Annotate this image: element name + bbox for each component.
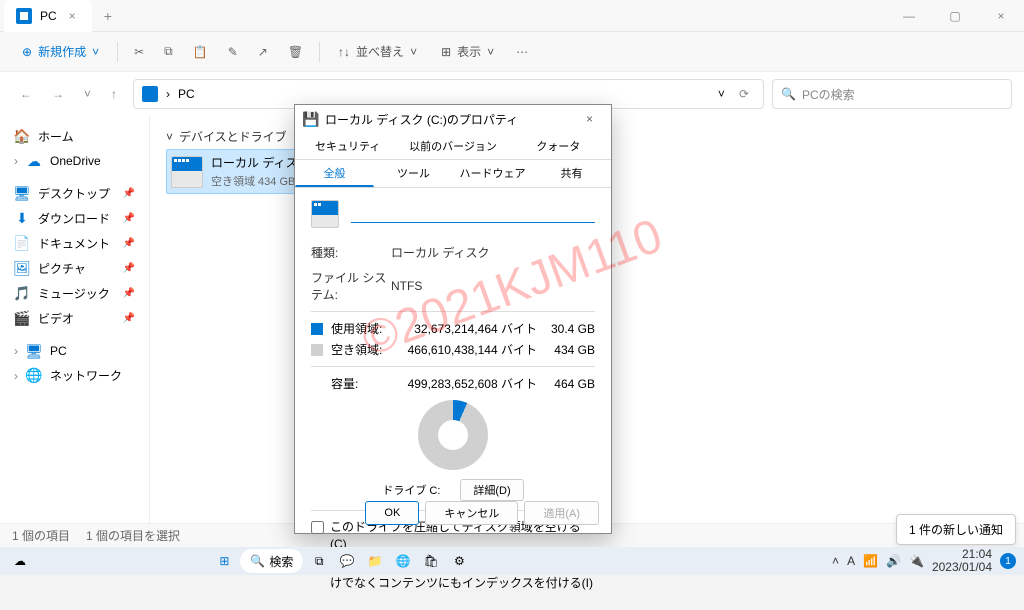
cut-icon[interactable]: ✂ — [126, 39, 152, 65]
compress-checkbox[interactable] — [311, 521, 324, 534]
close-button[interactable]: × — [978, 0, 1024, 32]
new-button[interactable]: ⊕ 新規作成 ˅ — [12, 37, 109, 66]
dropdown-icon[interactable]: ˅ — [718, 87, 725, 101]
pc-icon — [16, 8, 32, 24]
copy-icon[interactable]: ⧉ — [156, 38, 181, 65]
drive-icon: 💾 — [303, 111, 319, 127]
apply-button[interactable]: 適用(A) — [524, 501, 599, 525]
plus-icon: ⊕ — [22, 45, 32, 59]
drive-icon — [171, 156, 203, 188]
pc-icon — [142, 86, 158, 102]
titlebar: PC × + — ▢ × — [0, 0, 1024, 32]
paste-icon[interactable]: 📋 — [185, 39, 216, 65]
chat-icon[interactable]: 💬 — [335, 549, 359, 573]
notification-badge[interactable]: 1 — [1000, 553, 1016, 569]
properties-dialog: 💾 ローカル ディスク (C:)のプロパティ × セキュリティ 以前のバージョン… — [294, 104, 612, 534]
store-icon[interactable]: 🛍 — [419, 549, 443, 573]
ime-icon[interactable]: A — [847, 554, 855, 568]
tray-chevron-icon[interactable]: ˄ — [832, 554, 839, 568]
detail-button[interactable]: 詳細(D) — [460, 479, 523, 501]
usage-pie-chart — [418, 400, 488, 470]
notification-toast[interactable]: 1 件の新しい通知 — [896, 514, 1016, 545]
chevron-down-icon: ˅ — [92, 45, 99, 59]
rename-icon[interactable]: ✎ — [220, 39, 246, 65]
toolbar: ⊕ 新規作成 ˅ ✂ ⧉ 📋 ✎ ↗ 🗑 ↑↓ 並べ替え ˅ ⊞ 表示 ˅ ⋯ — [0, 32, 1024, 72]
sidebar-item-videos[interactable]: 🎬ビデオ📌 — [8, 306, 141, 331]
settings-icon[interactable]: ⚙ — [447, 549, 471, 573]
tab-quota[interactable]: クォータ — [506, 133, 611, 159]
dialog-titlebar[interactable]: 💾 ローカル ディスク (C:)のプロパティ × — [295, 105, 611, 133]
sidebar-item-network[interactable]: ›🌐ネットワーク — [8, 363, 141, 388]
close-tab-icon[interactable]: × — [65, 9, 80, 23]
sort-icon: ↑↓ — [338, 45, 350, 59]
tab-tools[interactable]: ツール — [374, 160, 453, 187]
more-icon[interactable]: ⋯ — [508, 39, 536, 65]
ok-button[interactable]: OK — [365, 501, 419, 525]
delete-icon[interactable]: 🗑 — [280, 39, 311, 65]
tab-previous-versions[interactable]: 以前のバージョン — [400, 133, 505, 159]
dialog-close-button[interactable]: × — [576, 112, 603, 126]
volume-icon[interactable]: 🔊 — [886, 554, 901, 568]
clock[interactable]: 21:04 2023/01/04 — [932, 548, 992, 574]
sidebar-item-home[interactable]: 🏠ホーム — [8, 124, 141, 149]
sidebar-item-pc[interactable]: ›🖥PC — [8, 339, 141, 363]
tab-hardware[interactable]: ハードウェア — [453, 160, 532, 187]
search-input[interactable]: 🔍 PCの検索 — [772, 79, 1012, 109]
start-button[interactable]: ⊞ — [212, 549, 236, 573]
recent-button[interactable]: ˅ — [76, 81, 99, 107]
task-view-button[interactable]: ⧉ — [307, 549, 331, 573]
maximize-button[interactable]: ▢ — [932, 0, 978, 32]
tab-title: PC — [40, 9, 57, 23]
sidebar-item-desktop[interactable]: 🖥デスクトップ📌 — [8, 181, 141, 206]
power-icon[interactable]: 🔌 — [909, 554, 924, 568]
sidebar-item-music[interactable]: 🎵ミュージック📌 — [8, 281, 141, 306]
drive-label-input[interactable] — [351, 206, 595, 223]
back-button[interactable]: ← — [12, 81, 40, 107]
taskbar: ☁ ⊞ 🔍検索 ⧉ 💬 📁 🌐 🛍 ⚙ ˄ A 📶 🔊 🔌 21:04 2023… — [0, 547, 1024, 575]
chevron-down-icon: ˅ — [166, 130, 173, 144]
wifi-icon[interactable]: 📶 — [863, 554, 878, 568]
sidebar: 🏠ホーム ›☁OneDrive 🖥デスクトップ📌 ⬇ダウンロード📌 📄ドキュメン… — [0, 116, 150, 547]
tab-general[interactable]: 全般 — [295, 160, 374, 187]
sidebar-item-onedrive[interactable]: ›☁OneDrive — [8, 149, 141, 173]
view-button[interactable]: ⊞ 表示 ˅ — [431, 37, 504, 66]
share-icon[interactable]: ↗ — [250, 39, 276, 65]
weather-widget[interactable]: ☁ — [8, 549, 32, 573]
view-icon: ⊞ — [441, 45, 451, 59]
sort-button[interactable]: ↑↓ 並べ替え ˅ — [328, 37, 427, 66]
minimize-button[interactable]: — — [886, 0, 932, 32]
new-tab-button[interactable]: + — [92, 8, 124, 24]
sidebar-item-documents[interactable]: 📄ドキュメント📌 — [8, 231, 141, 256]
drive-icon — [311, 200, 339, 228]
tab-security[interactable]: セキュリティ — [295, 133, 400, 159]
search-button[interactable]: 🔍検索 — [240, 549, 303, 573]
tab-pc[interactable]: PC × — [4, 0, 92, 32]
forward-button[interactable]: → — [44, 81, 72, 107]
up-button[interactable]: ↑ — [103, 81, 125, 107]
sidebar-item-pictures[interactable]: 🖼ピクチャ📌 — [8, 256, 141, 281]
edge-icon[interactable]: 🌐 — [391, 549, 415, 573]
explorer-icon[interactable]: 📁 — [363, 549, 387, 573]
search-icon: 🔍 — [781, 87, 796, 101]
tab-sharing[interactable]: 共有 — [532, 160, 611, 187]
sidebar-item-downloads[interactable]: ⬇ダウンロード📌 — [8, 206, 141, 231]
cancel-button[interactable]: キャンセル — [425, 501, 518, 525]
refresh-button[interactable]: ⟳ — [733, 87, 755, 101]
